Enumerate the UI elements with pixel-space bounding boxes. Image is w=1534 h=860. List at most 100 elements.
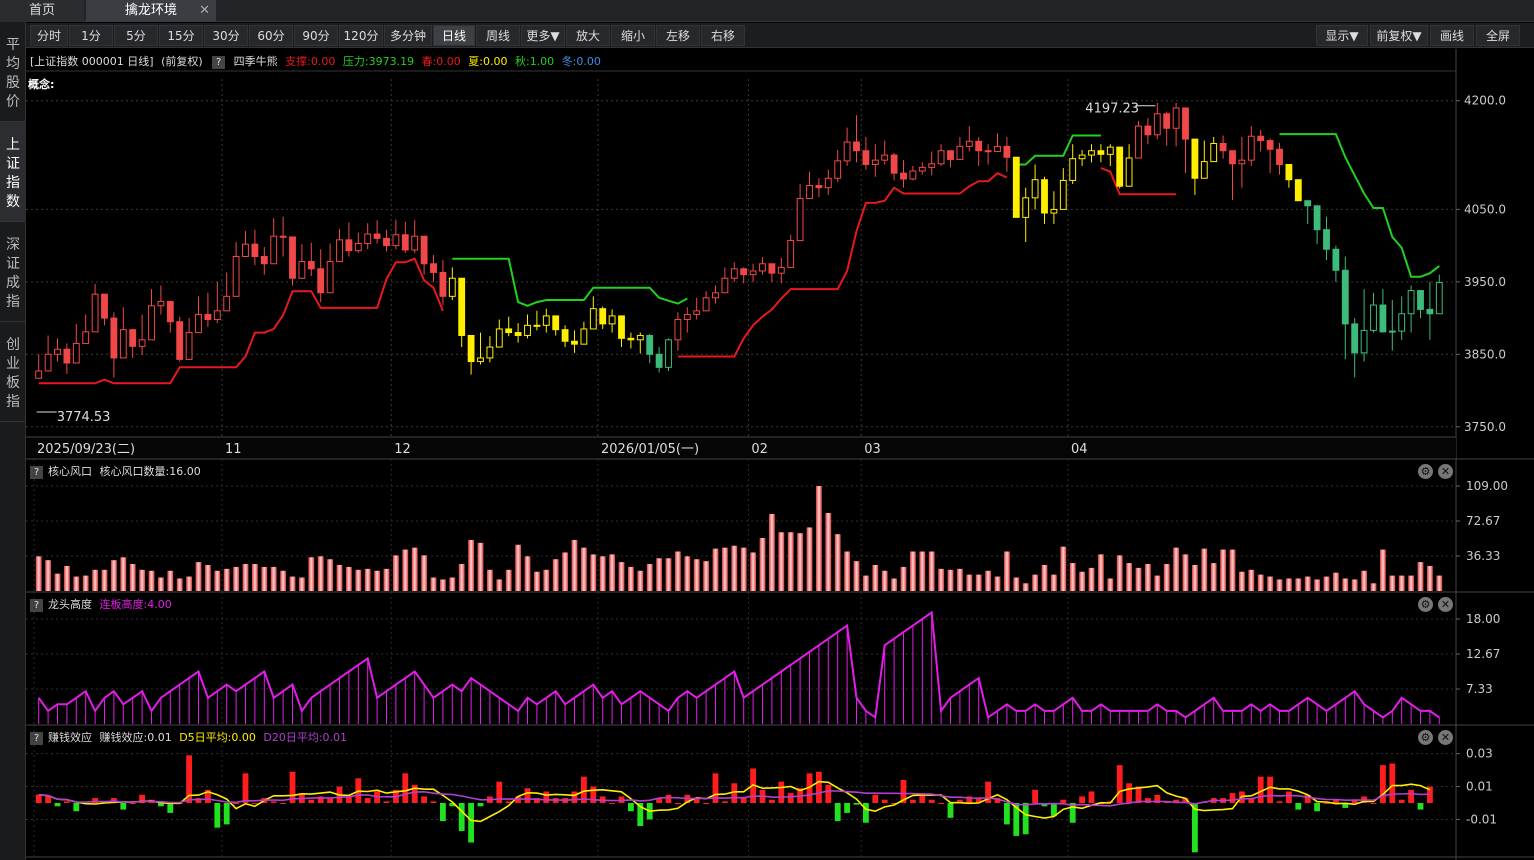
candle-body bbox=[702, 297, 710, 312]
hot-concept-bar bbox=[1389, 575, 1396, 591]
hot-concept-bar bbox=[439, 579, 446, 591]
toolbar-right-1-button[interactable]: 前复权▼ bbox=[1370, 25, 1428, 46]
money-effect-bar bbox=[1116, 765, 1123, 803]
candle-body bbox=[138, 339, 146, 347]
candle-body bbox=[279, 235, 287, 238]
candle-body bbox=[542, 315, 550, 326]
candle-body bbox=[477, 357, 484, 363]
hot-concept-bar bbox=[1116, 555, 1123, 591]
candle-body bbox=[1031, 179, 1039, 199]
period-6-button[interactable]: 90分 bbox=[294, 25, 338, 46]
candle-body bbox=[900, 172, 907, 180]
period-15-button[interactable]: 右移 bbox=[701, 25, 745, 46]
candle-body bbox=[1313, 205, 1321, 231]
candle-body bbox=[777, 266, 785, 274]
candle-body bbox=[1351, 323, 1359, 354]
period-13-button[interactable]: 缩小 bbox=[611, 25, 655, 46]
candle-body bbox=[843, 141, 851, 162]
money-effect-bar bbox=[609, 803, 616, 804]
candle-body bbox=[420, 235, 428, 265]
chart-svg[interactable]: 4200.0 4050.0 3950.0 3850.0 3750.0 2025/09/23… bbox=[26, 49, 1534, 860]
candle-body bbox=[1163, 113, 1171, 129]
candle-body bbox=[928, 163, 936, 168]
hot-concept-bar bbox=[1417, 562, 1424, 591]
toolbar-right-2-button[interactable]: 画线 bbox=[1430, 25, 1474, 46]
candle-body bbox=[1435, 282, 1443, 315]
toolbar-right-3-button[interactable]: 全屏 bbox=[1476, 25, 1520, 46]
period-0-button[interactable]: 分时 bbox=[30, 25, 68, 46]
period-2-button[interactable]: 5分 bbox=[114, 25, 158, 46]
hot-concept-bar bbox=[1210, 563, 1217, 591]
candle-body bbox=[185, 332, 193, 360]
money-effect-bar bbox=[1267, 776, 1274, 803]
hot-concept-bar bbox=[157, 577, 164, 591]
candle-body bbox=[1332, 248, 1340, 271]
candle-body bbox=[1407, 290, 1415, 315]
candle-body bbox=[1276, 148, 1283, 165]
candle-body bbox=[589, 308, 597, 330]
hot-concept-bar bbox=[881, 570, 888, 591]
period-3-button[interactable]: 15分 bbox=[159, 25, 203, 46]
period-10-button[interactable]: 周线 bbox=[476, 25, 520, 46]
candle-body bbox=[1257, 135, 1265, 142]
period-4-button[interactable]: 30分 bbox=[204, 25, 248, 46]
y-tick-label: -0.01 bbox=[1466, 812, 1497, 826]
hot-concept-bar bbox=[505, 569, 512, 591]
money-effect-bar bbox=[1135, 786, 1142, 803]
candle-body bbox=[1059, 179, 1067, 210]
money-effect-bar bbox=[54, 803, 61, 807]
y-tick-label: 4050.0 bbox=[1464, 202, 1506, 216]
candle-body bbox=[552, 315, 560, 331]
height-line bbox=[37, 610, 1440, 720]
period-11-button[interactable]: 更多▼ bbox=[521, 25, 565, 46]
candle-body bbox=[871, 159, 879, 165]
period-5-button[interactable]: 60分 bbox=[249, 25, 293, 46]
money-effect-bar bbox=[120, 803, 127, 810]
hot-concept-bar bbox=[928, 551, 935, 591]
candle-body bbox=[599, 308, 607, 325]
period-12-button[interactable]: 放大 bbox=[566, 25, 610, 46]
toolbar-right-0-button[interactable]: 显示▼ bbox=[1316, 25, 1368, 46]
candle-body bbox=[411, 235, 419, 251]
candle-body bbox=[881, 154, 889, 161]
hot-concept-bar bbox=[355, 569, 362, 591]
hot-concept-bar bbox=[186, 576, 193, 591]
money-effect-bar bbox=[251, 803, 258, 804]
hot-concept-bar bbox=[665, 558, 672, 591]
hot-concept-bar bbox=[1154, 575, 1161, 591]
candle-body bbox=[655, 353, 663, 368]
period-14-button[interactable]: 左移 bbox=[656, 25, 700, 46]
hot-concept-bar bbox=[975, 574, 982, 591]
hot-concept-bar bbox=[815, 486, 822, 591]
candle-body bbox=[1304, 200, 1312, 207]
candle-body bbox=[458, 277, 466, 336]
close-icon[interactable]: ✕ bbox=[199, 0, 210, 22]
period-7-button[interactable]: 120分 bbox=[339, 25, 383, 46]
candle-body bbox=[1069, 158, 1077, 181]
candle-body bbox=[383, 237, 390, 247]
period-8-button[interactable]: 多分钟 bbox=[384, 25, 432, 46]
hot-concept-bar bbox=[721, 547, 728, 591]
candle-body bbox=[965, 140, 973, 147]
period-9-button[interactable]: 日线 bbox=[433, 25, 475, 46]
tab-home[interactable]: 首页 bbox=[0, 0, 84, 22]
candle-body bbox=[401, 234, 409, 251]
sidebar-item-chinext-index[interactable]: 创业板指 bbox=[0, 322, 26, 422]
hot-concept-bar bbox=[1248, 569, 1255, 591]
hot-concept-bar bbox=[1436, 575, 1443, 591]
candle-body bbox=[533, 324, 541, 327]
candle-body bbox=[721, 277, 729, 294]
tab-qinlong-env[interactable]: 擒龙环境 ✕ bbox=[86, 0, 216, 22]
sidebar-item-sse-index[interactable]: 上证指数 bbox=[0, 122, 26, 222]
hot-concept-bar bbox=[750, 552, 757, 591]
candle-body bbox=[430, 263, 437, 273]
sidebar-item-average-price[interactable]: 平均股价 bbox=[0, 22, 26, 122]
hot-concept-bar bbox=[1323, 576, 1330, 591]
index-sidebar: 平均股价 上证指数 深证成指 创业板指 bbox=[0, 22, 26, 860]
candle-body bbox=[242, 243, 249, 257]
hot-concept-bar bbox=[862, 575, 869, 591]
candle-body bbox=[110, 317, 118, 359]
period-1-button[interactable]: 1分 bbox=[69, 25, 113, 46]
sidebar-item-szse-index[interactable]: 深证成指 bbox=[0, 222, 26, 322]
hot-concept-bar bbox=[364, 568, 371, 591]
